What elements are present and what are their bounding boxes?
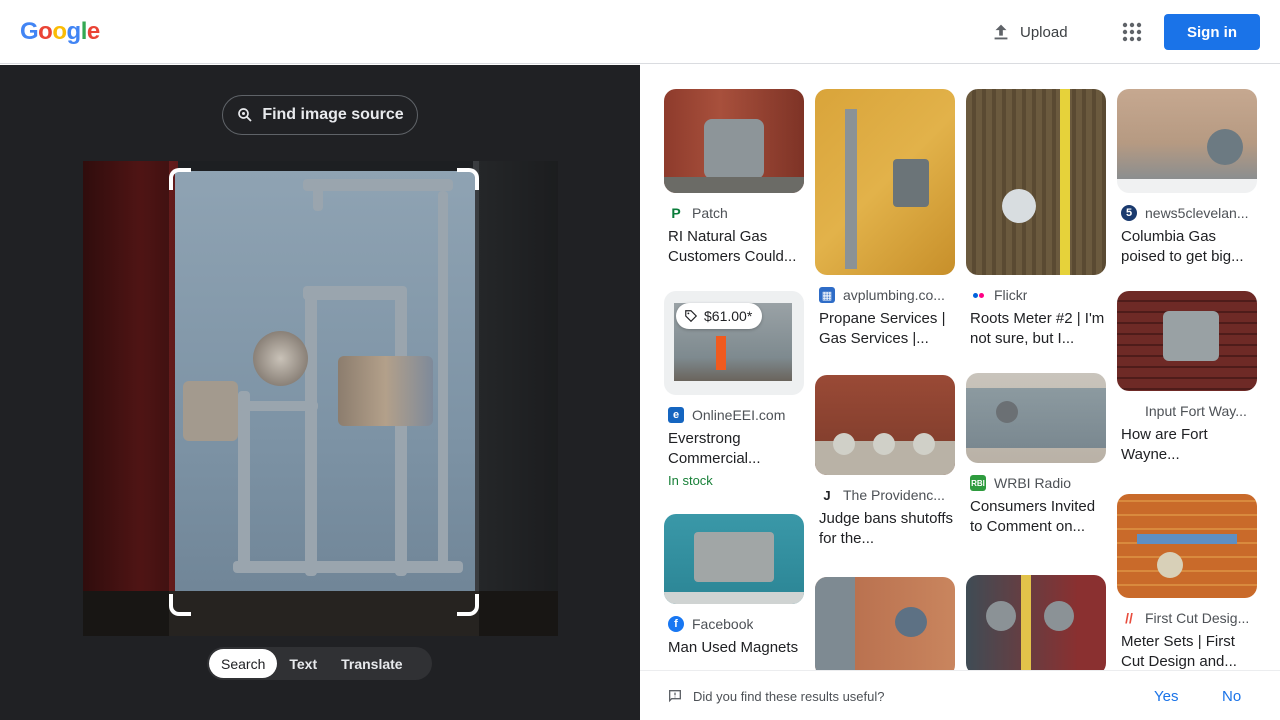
result-card[interactable]: RBI WRBI Radio Consumers Invited to Comm…: [966, 373, 1106, 537]
result-thumbnail[interactable]: [966, 373, 1106, 463]
facebook-icon: f: [668, 616, 684, 632]
result-title[interactable]: Columbia Gas poised to get big...: [1117, 227, 1257, 267]
firstcut-icon: //: [1121, 610, 1137, 626]
result-title[interactable]: Roots Meter #2 | I'm not sure, but I...: [966, 309, 1106, 349]
result-card[interactable]: 5 news5clevelan... Columbia Gas poised t…: [1117, 89, 1257, 267]
result-source: // First Cut Desig...: [1117, 610, 1257, 626]
result-thumbnail[interactable]: [664, 89, 804, 193]
wrbi-icon: RBI: [970, 475, 986, 491]
providence-icon: J: [819, 487, 835, 503]
result-title[interactable]: Everstrong Commercial...: [664, 429, 804, 469]
apps-grid-icon[interactable]: [1120, 20, 1144, 44]
tab-translate[interactable]: Translate: [329, 649, 414, 678]
result-card[interactable]: [815, 577, 955, 670]
inputfw-icon: [1121, 403, 1137, 419]
result-source: Flickr: [966, 287, 1106, 303]
find-image-source-label: Find image source: [262, 106, 404, 123]
google-logo[interactable]: Google: [20, 18, 100, 46]
avplumbing-icon: ▦: [819, 287, 835, 303]
feedback-no-button[interactable]: No: [1222, 688, 1241, 705]
result-source: P Patch: [664, 205, 804, 221]
result-card[interactable]: [966, 575, 1106, 670]
result-title[interactable]: Judge bans shutoffs for the...: [815, 509, 955, 549]
lens-mode-tabs: Search Text Translate: [207, 647, 432, 680]
result-source: J The Providenc...: [815, 487, 955, 503]
result-card[interactable]: ▦ avplumbing.co... Propane Services | Ga…: [815, 89, 955, 349]
feedback-question: Did you find these results useful?: [693, 689, 885, 704]
lens-search-icon: [238, 108, 252, 122]
result-card[interactable]: f Facebook Man Used Magnets: [664, 514, 804, 658]
result-thumbnail[interactable]: $61.00*: [664, 291, 804, 395]
result-title[interactable]: Man Used Magnets: [664, 638, 804, 658]
crop-handle-top-right[interactable]: [457, 168, 479, 190]
result-thumbnail[interactable]: [815, 89, 955, 275]
feedback-bar: Did you find these results useful? Yes N…: [640, 670, 1280, 720]
result-title[interactable]: Consumers Invited to Comment on...: [966, 497, 1106, 537]
result-source: ▦ avplumbing.co...: [815, 287, 955, 303]
flickr-icon: [970, 287, 986, 303]
crop-handle-top-left[interactable]: [169, 168, 191, 190]
crop-selection-frame[interactable]: [169, 168, 479, 616]
price-badge: $61.00*: [676, 303, 763, 329]
result-title[interactable]: How are Fort Wayne...: [1117, 425, 1257, 465]
result-card[interactable]: J The Providenc... Judge bans shutoffs f…: [815, 375, 955, 549]
tab-search[interactable]: Search: [209, 649, 278, 678]
result-thumbnail[interactable]: [966, 89, 1106, 275]
price-tag-icon: [685, 310, 698, 323]
result-card[interactable]: $61.00* e OnlineEEI.com Everstrong Comme…: [664, 291, 804, 488]
crop-handle-bottom-right[interactable]: [457, 594, 479, 616]
result-source: 5 news5clevelan...: [1117, 205, 1257, 221]
top-bar: Google Upload Sign in: [0, 0, 1280, 64]
result-source: RBI WRBI Radio: [970, 475, 1072, 491]
result-source: f Facebook: [664, 616, 804, 632]
result-card[interactable]: // First Cut Desig... Meter Sets | First…: [1117, 494, 1257, 670]
feedback-icon: [669, 690, 681, 703]
result-thumbnail[interactable]: [664, 514, 804, 604]
upload-button[interactable]: Upload: [990, 18, 1068, 46]
result-thumbnail[interactable]: [815, 375, 955, 475]
result-thumbnail[interactable]: [815, 577, 955, 670]
feedback-yes-button[interactable]: Yes: [1154, 688, 1178, 705]
result-thumbnail[interactable]: [1117, 291, 1257, 391]
stock-status: In stock: [668, 473, 713, 488]
result-card[interactable]: P Patch RI Natural Gas Customers Could..…: [664, 89, 804, 267]
lens-image-panel: Find image source Search Text Translate: [0, 65, 640, 720]
result-card[interactable]: Flickr Roots Meter #2 | I'm not sure, bu…: [966, 89, 1106, 349]
find-image-source-button[interactable]: Find image source: [222, 95, 418, 135]
onlineeei-icon: e: [668, 407, 684, 423]
result-title[interactable]: RI Natural Gas Customers Could...: [664, 227, 804, 267]
visual-matches-grid: P Patch RI Natural Gas Customers Could..…: [640, 65, 1280, 670]
result-card[interactable]: Input Fort Way... How are Fort Wayne...: [1117, 291, 1257, 465]
result-thumbnail[interactable]: [1117, 494, 1257, 598]
patch-icon: P: [668, 205, 684, 221]
crop-handle-bottom-left[interactable]: [169, 594, 191, 616]
upload-icon: [994, 24, 1008, 40]
result-title[interactable]: Propane Services | Gas Services |...: [815, 309, 955, 349]
upload-label: Upload: [1020, 23, 1068, 41]
result-source: e OnlineEEI.com: [664, 407, 804, 423]
result-title[interactable]: Meter Sets | First Cut Design and...: [1117, 632, 1257, 670]
result-thumbnail[interactable]: [966, 575, 1106, 670]
news5-icon: 5: [1121, 205, 1137, 221]
result-source: Input Fort Way...: [1117, 403, 1257, 419]
result-thumbnail[interactable]: [1117, 89, 1257, 193]
sign-in-button[interactable]: Sign in: [1164, 14, 1260, 50]
tab-text[interactable]: Text: [277, 649, 329, 678]
